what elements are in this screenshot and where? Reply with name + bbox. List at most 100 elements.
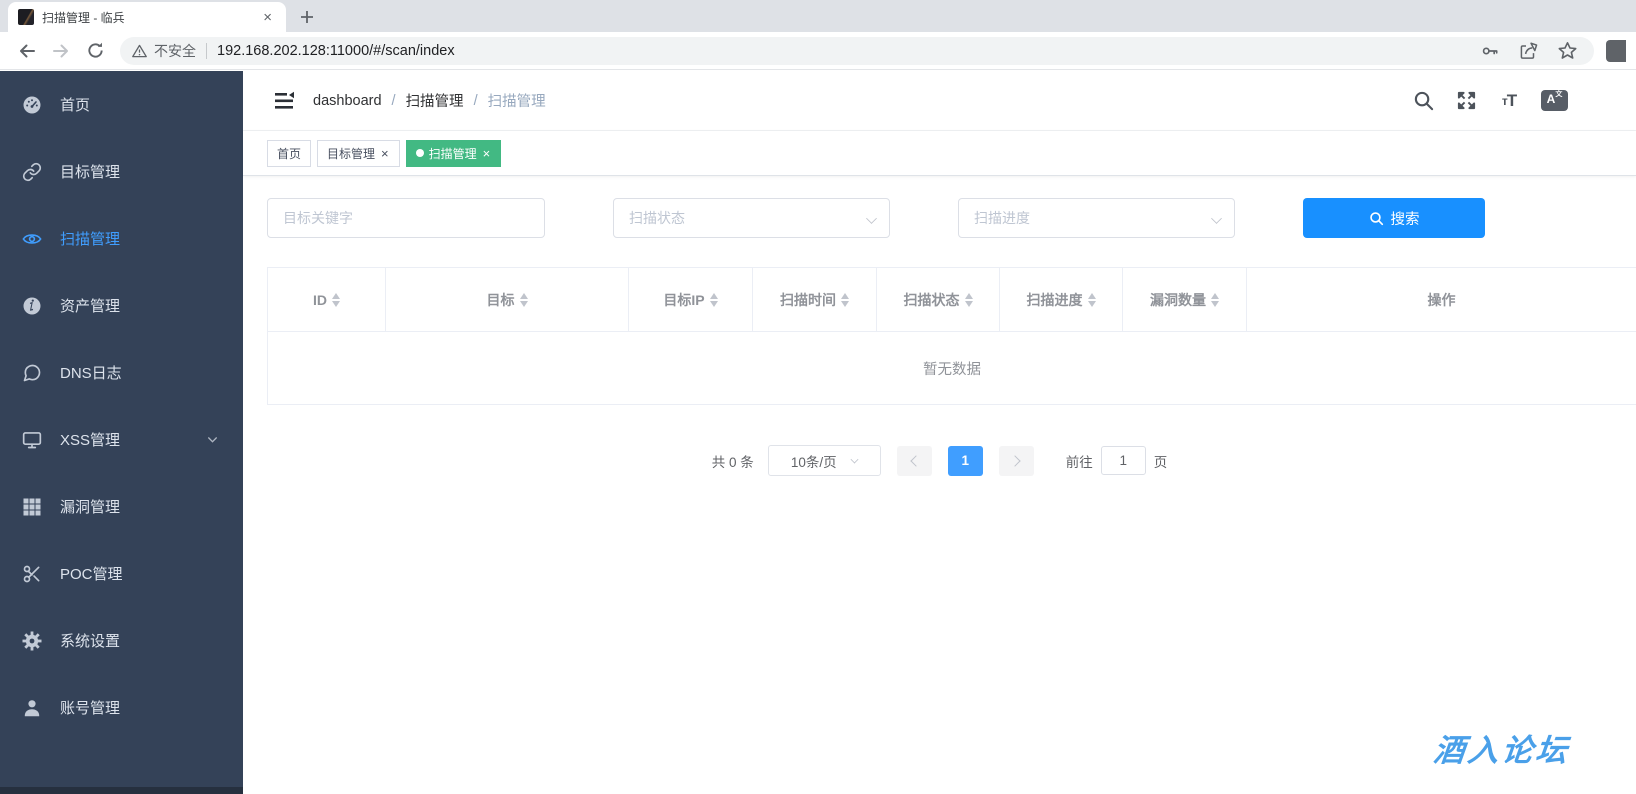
goto-page-input[interactable] (1100, 446, 1146, 475)
sort-caret-icon[interactable] (1211, 292, 1219, 307)
sidebar-item-settings[interactable]: 系统设置 (0, 607, 243, 674)
warning-icon (132, 44, 147, 57)
browser-tab[interactable]: 扫描管理 - 临兵 × (8, 2, 286, 32)
new-tab-button[interactable] (294, 4, 320, 30)
col-label: 漏洞数量 (1150, 291, 1206, 308)
tag-home[interactable]: 首页 (267, 139, 312, 167)
sort-caret-icon[interactable] (964, 292, 973, 307)
share-icon[interactable] (1518, 41, 1539, 61)
col-header-vuln-count[interactable]: 漏洞数量 (1123, 268, 1247, 331)
user-icon (24, 699, 40, 716)
col-header-scan-progress[interactable]: 扫描进度 (1000, 268, 1123, 331)
forward-button[interactable] (44, 34, 78, 68)
prev-page-button[interactable] (896, 445, 932, 476)
goto-label: 前往 (1065, 454, 1093, 470)
sort-caret-icon[interactable] (1087, 292, 1096, 307)
sidebar-item-dnslog[interactable]: DNS日志 (0, 339, 243, 406)
page-size-value: 10条/页 (790, 454, 837, 470)
sidebar-item-scan[interactable]: 扫描管理 (0, 205, 243, 272)
filter-row: 扫描状态 扫描进度 搜索 (267, 198, 1636, 238)
chevron-right-icon (1009, 454, 1021, 467)
bookmark-star-icon[interactable] (1557, 41, 1578, 61)
page: 扫描管理 - 临兵 × 不安全 192.168.202.128:11000/#/… (0, 0, 1636, 794)
sidebar-item-xss[interactable]: XSS管理 (0, 406, 243, 473)
sidebar-item-label: DNS日志 (60, 365, 122, 382)
tag-close-icon[interactable]: × (482, 147, 492, 160)
chevron-down-icon (850, 455, 859, 463)
breadcrumb-scan-parent[interactable]: 扫描管理 (406, 90, 464, 111)
fullscreen-icon[interactable] (1455, 90, 1477, 112)
reload-button[interactable] (78, 34, 112, 68)
total-count: 共 0 条 (711, 454, 754, 470)
keyword-input[interactable] (267, 198, 545, 238)
col-label: 扫描进度 (1026, 291, 1083, 308)
scissors-icon (23, 565, 40, 582)
col-header-target-ip[interactable]: 目标IP (629, 268, 753, 331)
col-header-scan-time[interactable]: 扫描时间 (753, 268, 877, 331)
breadcrumb-current: 扫描管理 (487, 94, 546, 110)
search-icon (1369, 211, 1383, 225)
sidebar-item-targets[interactable]: 目标管理 (0, 138, 243, 205)
breadcrumb-dashboard[interactable]: dashboard (313, 93, 382, 109)
tab-close-icon[interactable]: × (259, 8, 276, 27)
sidebar-item-label: 目标管理 (60, 164, 121, 181)
back-icon (20, 44, 35, 57)
security-indicator[interactable]: 不安全 (132, 41, 196, 61)
empty-text: 暂无数据 (923, 361, 981, 378)
browser-toolbar: 不安全 192.168.202.128:11000/#/scan/index (0, 32, 1636, 70)
tag-label: 首页 (277, 146, 302, 161)
tag-close-icon[interactable]: × (380, 147, 390, 160)
tag-label: 目标管理 (327, 146, 376, 161)
tag-targets[interactable]: 目标管理 × (317, 139, 400, 167)
sidebar-item-label: 漏洞管理 (60, 499, 121, 516)
breadcrumb: dashboard / 扫描管理 / 扫描管理 (313, 90, 546, 111)
col-header-id[interactable]: ID (268, 268, 386, 331)
sidebar-item-accounts[interactable]: 账号管理 (0, 674, 243, 741)
col-header-actions: 操作 (1247, 268, 1636, 331)
col-header-scan-status[interactable]: 扫描状态 (877, 268, 1000, 331)
sort-caret-icon[interactable] (709, 292, 718, 307)
page-number-active[interactable]: 1 (947, 445, 983, 476)
search-button[interactable]: 搜索 (1303, 198, 1485, 238)
sidebar-collapse-icon[interactable] (273, 90, 295, 112)
sort-caret-icon[interactable] (519, 292, 528, 307)
sidebar-item-label: 扫描管理 (60, 231, 121, 248)
favicon (18, 9, 34, 25)
url-bar[interactable]: 不安全 192.168.202.128:11000/#/scan/index (120, 36, 1594, 65)
sidebar-item-vulns[interactable]: 漏洞管理 (0, 473, 243, 540)
next-page-button[interactable] (998, 445, 1034, 476)
back-button[interactable] (10, 34, 44, 68)
col-label: 扫描状态 (903, 291, 960, 308)
url-divider (206, 42, 207, 59)
browser-menu-icon[interactable] (1606, 39, 1626, 62)
sidebar-scrollbar[interactable] (0, 787, 243, 794)
sort-caret-icon[interactable] (332, 292, 340, 307)
chevron-down-icon (208, 437, 217, 443)
scan-page-content: 扫描状态 扫描进度 搜索 ID (243, 176, 1636, 476)
chevron-left-icon (910, 454, 922, 467)
font-size-icon[interactable]: тT (1498, 90, 1520, 112)
info-icon (23, 297, 41, 314)
tags-view-bar: 首页 目标管理 × 扫描管理 × (243, 131, 1636, 176)
col-header-target[interactable]: 目标 (386, 268, 629, 331)
scan-status-select[interactable]: 扫描状态 (613, 198, 890, 238)
sidebar-item-home[interactable]: 首页 (0, 71, 243, 138)
search-button-label: 搜索 (1390, 211, 1420, 228)
forum-watermark: 酒入论坛 (1431, 733, 1572, 768)
col-label: 操作 (1427, 291, 1456, 308)
tag-scan-active[interactable]: 扫描管理 × (405, 139, 502, 167)
select-placeholder: 扫描状态 (629, 210, 685, 226)
page-size-select[interactable]: 10条/页 (767, 445, 881, 476)
translate-icon[interactable]: A文 (1541, 90, 1568, 111)
sidebar-item-poc[interactable]: POC管理 (0, 540, 243, 607)
sidebar-item-assets[interactable]: 资产管理 (0, 272, 243, 339)
chat-icon (23, 364, 41, 381)
col-label: 扫描时间 (780, 291, 836, 308)
reload-icon (87, 42, 103, 58)
sort-caret-icon[interactable] (841, 292, 849, 307)
header-search-icon[interactable] (1412, 90, 1434, 112)
grid-icon (23, 498, 41, 515)
scan-progress-select[interactable]: 扫描进度 (958, 198, 1235, 238)
password-key-icon[interactable] (1480, 41, 1500, 61)
table-header-row: ID 目标 目标IP 扫描时间 扫描状态 扫描进度 漏洞数量 操作 (268, 268, 1636, 332)
